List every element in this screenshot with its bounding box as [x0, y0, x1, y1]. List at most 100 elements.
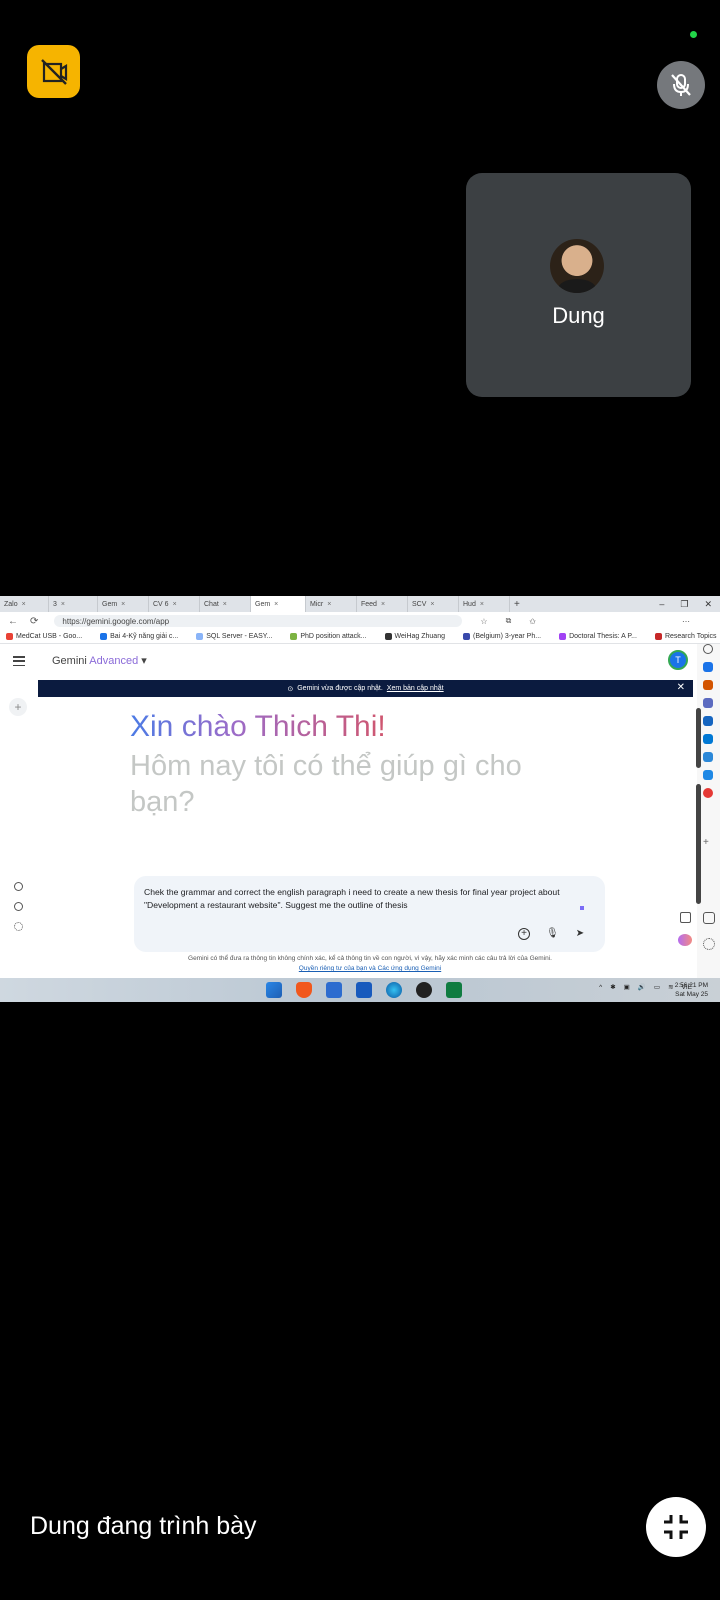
bookmark-item[interactable]: MedCat USB - Goo...: [6, 633, 82, 640]
mic-muted-button[interactable]: [657, 61, 705, 109]
brave-icon[interactable]: [296, 982, 312, 998]
extensions-icon[interactable]: ⧉: [506, 616, 512, 626]
back-icon[interactable]: ←: [8, 616, 18, 627]
people-icon[interactable]: [703, 698, 713, 708]
address-bar-row: ← ⟳ https://gemini.google.com/app ☆ ⧉ ✩ …: [0, 612, 720, 630]
browser-tab[interactable]: Feed ×: [357, 596, 408, 612]
participant-name: Dung: [552, 303, 605, 328]
update-banner: ⊙ Gemini vừa được cập nhật. Xem bản cập …: [38, 680, 693, 697]
new-tab-button[interactable]: +: [510, 596, 524, 612]
participant-avatar: [550, 239, 604, 293]
account-avatar[interactable]: T: [668, 650, 688, 670]
gemini-title[interactable]: Gemini Advanced ▾: [52, 654, 147, 667]
privacy-link[interactable]: Quyền riêng tư của bạn và Các ứng dụng G…: [299, 965, 441, 972]
menu-icon[interactable]: [13, 656, 25, 666]
settings-icon[interactable]: [14, 922, 23, 931]
check-circle-icon: ⊙: [287, 685, 294, 693]
browser-tab[interactable]: CV 6 ×: [149, 596, 200, 612]
edge-icon[interactable]: [386, 982, 402, 998]
bookmark-item[interactable]: SQL Server - EASY...: [196, 633, 272, 640]
bookmark-item[interactable]: (Belgium) 3-year Ph...: [463, 633, 541, 640]
brain-icon[interactable]: [678, 934, 692, 946]
remote-desktop-icon[interactable]: [326, 982, 342, 998]
more-icon[interactable]: ⋯: [682, 617, 690, 626]
bookmark-item[interactable]: WeiHag Zhuang: [384, 633, 445, 640]
collapse-icon: [664, 1515, 688, 1539]
minimize-icon[interactable]: –: [659, 599, 664, 610]
camera-icon[interactable]: ▣: [624, 983, 630, 991]
greeting: Xin chào Thich Thi!: [130, 710, 386, 743]
tag-icon[interactable]: [703, 662, 713, 672]
presenting-label: Dung đang trình bày: [30, 1512, 257, 1540]
gemini-tier: Advanced: [89, 655, 139, 667]
recording-indicator: [690, 31, 697, 38]
bookmark-item[interactable]: Research Topics: [654, 633, 717, 640]
camera-off-button[interactable]: [27, 45, 80, 98]
battery-icon[interactable]: ▭: [654, 983, 660, 991]
add-attachment-icon[interactable]: +: [518, 928, 530, 940]
office-icon[interactable]: [703, 716, 713, 726]
help-icon[interactable]: [14, 882, 23, 891]
windows-taskbar: ^ ✱ ▣ 🔊 ▭ ≋ VIE 2:56:21 PM Sat May 25: [0, 978, 720, 1002]
add-sidebar-icon[interactable]: +: [703, 838, 713, 848]
banner-text: Gemini vừa được cập nhật.: [297, 685, 383, 692]
browser-tab[interactable]: Hud ×: [459, 596, 510, 612]
browser-tab-active[interactable]: Gem ×: [251, 596, 306, 612]
wifi-icon[interactable]: ≋: [668, 983, 673, 991]
disclaimer: Gemini có thể đưa ra thông tin không chí…: [188, 955, 552, 972]
windows-start-icon[interactable]: [266, 982, 282, 998]
mic-off-icon: [671, 74, 691, 96]
gemini-left-rail: +: [0, 644, 38, 978]
drop-icon[interactable]: [703, 788, 713, 798]
chevron-up-icon[interactable]: ^: [599, 984, 602, 991]
cloud-icon[interactable]: [703, 770, 713, 780]
camera-off-icon: [40, 58, 67, 85]
gear-icon[interactable]: [703, 938, 715, 950]
bookmarks-bar: MedCat USB - Goo... Bai 4-Kỹ năng giải c…: [0, 630, 720, 644]
copy-icon[interactable]: [680, 912, 691, 923]
obs-icon[interactable]: [416, 982, 432, 998]
browser-tab[interactable]: 3 ×: [49, 596, 98, 612]
browser-tab[interactable]: Chat ×: [200, 596, 251, 612]
exit-fullscreen-button[interactable]: [646, 1497, 706, 1557]
window-controls: – ❐ ✕: [659, 599, 720, 610]
send-icon[interactable]: ➤: [574, 928, 586, 940]
new-chat-icon[interactable]: +: [9, 698, 27, 716]
search-icon[interactable]: [703, 644, 713, 654]
url-field[interactable]: https://gemini.google.com/app: [54, 615, 463, 627]
close-banner-icon[interactable]: ✕: [677, 682, 685, 693]
scrollbar[interactable]: [696, 784, 701, 904]
chevron-down-icon: ▾: [141, 655, 147, 667]
gemini-app: + Gemini Advanced ▾ T ⊙ Gemini vừa được …: [0, 644, 720, 978]
browser-tab[interactable]: Gem ×: [98, 596, 149, 612]
bluetooth-icon[interactable]: ✱: [610, 983, 615, 991]
scrollbar[interactable]: [696, 708, 701, 768]
browser-tab[interactable]: Zalo ×: [0, 596, 49, 612]
browser-tab[interactable]: Micr ×: [306, 596, 357, 612]
excel-icon[interactable]: [446, 982, 462, 998]
send-app-icon[interactable]: [703, 752, 713, 762]
briefcase-icon[interactable]: [703, 680, 713, 690]
volume-icon[interactable]: 🔊: [638, 983, 646, 991]
favorites-icon[interactable]: ✩: [529, 617, 536, 626]
screen-icon[interactable]: [703, 912, 715, 924]
star-icon[interactable]: ☆: [480, 617, 487, 626]
bookmark-item[interactable]: Bai 4-Kỹ năng giải c...: [100, 633, 178, 640]
taskbar-clock[interactable]: 2:56:21 PM Sat May 25: [675, 981, 708, 999]
restore-icon[interactable]: ❐: [680, 599, 688, 610]
refresh-icon[interactable]: ⟳: [30, 616, 38, 627]
shared-screen: Zalo × 3 × Gem × CV 6 × Chat × Gem × Micr × Fee…: [0, 596, 720, 1002]
bookmark-item[interactable]: PhD position attack...: [290, 633, 367, 640]
word-icon[interactable]: [356, 982, 372, 998]
close-window-icon[interactable]: ✕: [704, 599, 712, 610]
banner-link[interactable]: Xem bản cập nhật: [387, 685, 444, 692]
outlook-icon[interactable]: [703, 734, 713, 744]
mic-icon[interactable]: 🎙: [546, 928, 559, 940]
bookmark-item[interactable]: Doctoral Thesis: A P...: [559, 633, 637, 640]
browser-tab[interactable]: SCV ×: [408, 596, 459, 612]
cursor-indicator: [580, 906, 584, 910]
prompt-input[interactable]: Chek the grammar and correct the english…: [144, 886, 584, 912]
participant-tile[interactable]: Dung: [466, 173, 691, 397]
prompt-box[interactable]: Chek the grammar and correct the english…: [134, 876, 605, 952]
activity-icon[interactable]: [14, 902, 23, 911]
